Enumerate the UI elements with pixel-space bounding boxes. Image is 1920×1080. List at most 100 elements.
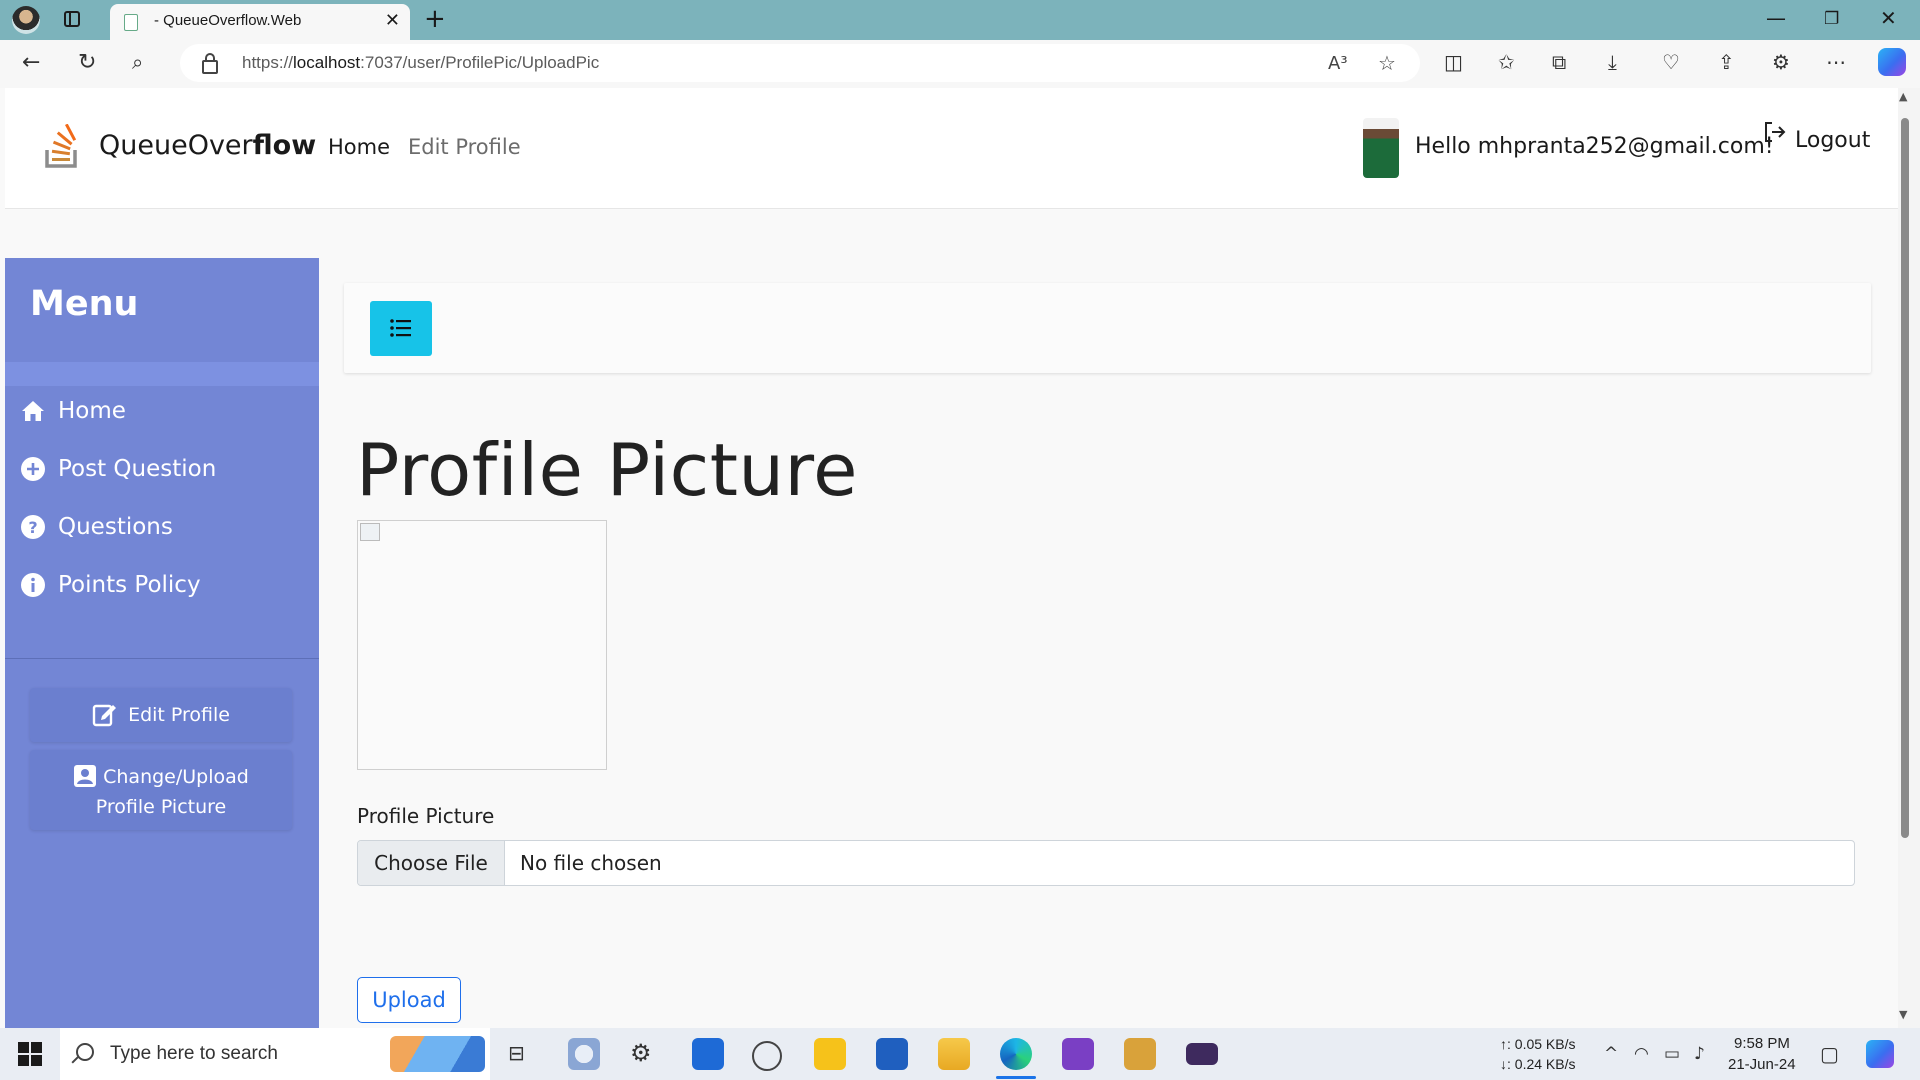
more-options-icon[interactable]: ⋯ [1826, 50, 1846, 74]
minimize-icon[interactable]: — [1766, 6, 1786, 30]
copilot-taskbar-icon[interactable] [1866, 1040, 1894, 1068]
page-favicon-icon [124, 14, 138, 31]
nav-edit-profile-link[interactable]: Edit Profile [408, 135, 521, 159]
browser-toolbar: ← ↻ ⌕ https://localhost:7037/user/Profil… [0, 40, 1920, 88]
sidebar-item-label: Home [58, 398, 126, 424]
split-screen-icon[interactable]: ◫ [1444, 50, 1463, 74]
svg-text:?: ? [28, 518, 37, 537]
scroll-down-arrow-icon[interactable]: ▼ [1899, 1008, 1907, 1021]
sidebar-item-label: Points Policy [58, 572, 201, 598]
page-viewport: QueueOverflow Home Edit Profile Hello mh… [0, 88, 1920, 1028]
windows-start-icon[interactable] [18, 1042, 42, 1066]
profile-avatar-icon[interactable] [12, 6, 40, 34]
collections-icon[interactable]: ⧉ [1552, 50, 1566, 74]
sidebar-item-points-policy[interactable]: Points Policy [20, 572, 201, 598]
downloads-icon[interactable]: ⤓ [1608, 50, 1617, 74]
profile-picture-field-label: Profile Picture [357, 804, 495, 828]
user-avatar [1363, 118, 1399, 178]
favorites-icon[interactable]: ✩ [1498, 50, 1515, 74]
calendar-app-icon[interactable] [692, 1038, 724, 1070]
change-profile-picture-button[interactable]: Change/Upload Profile Picture [30, 750, 292, 830]
taskbar-search-box[interactable]: Type here to search [60, 1028, 490, 1080]
scroll-up-arrow-icon[interactable]: ▲ [1899, 90, 1907, 103]
back-icon[interactable]: ← [22, 50, 40, 75]
search-icon[interactable]: ⌕ [132, 50, 143, 74]
page-title: Profile Picture [356, 428, 858, 512]
clock-date[interactable]: 21-Jun-24 [1728, 1056, 1796, 1073]
battery-icon[interactable]: ▭ [1664, 1044, 1680, 1064]
tab-title: - QueueOverflow.Web [154, 12, 302, 29]
broken-image-icon [360, 523, 380, 541]
clock-time[interactable]: 9:58 PM [1734, 1035, 1790, 1052]
wifi-icon[interactable]: ◠ [1634, 1044, 1649, 1064]
edge-browser-icon[interactable] [1000, 1038, 1032, 1070]
sidebar-item-questions[interactable]: ? Questions [20, 514, 173, 540]
sidebar-divider-band [5, 362, 319, 386]
change-picture-label-line2: Profile Picture [95, 796, 227, 818]
site-header: QueueOverflow Home Edit Profile Hello mh… [5, 88, 1898, 209]
volume-icon[interactable]: ♪ [1694, 1044, 1705, 1064]
restore-icon[interactable]: ❐ [1824, 9, 1839, 29]
profile-picture-file-input[interactable]: Choose File No file chosen [357, 840, 1855, 886]
upload-speed: ↑: 0.05 KB/s [1500, 1036, 1576, 1052]
upload-button[interactable]: Upload [357, 977, 461, 1023]
active-app-indicator [996, 1076, 1036, 1079]
file-status-text: No file chosen [520, 851, 662, 875]
stack-logo-icon[interactable] [43, 124, 83, 170]
new-tab-icon[interactable]: + [424, 4, 446, 34]
workspaces-icon[interactable] [64, 11, 80, 27]
plus-circle-icon [21, 457, 45, 481]
profile-picture-preview [357, 520, 607, 770]
notification-center-icon[interactable]: ▢ [1820, 1042, 1839, 1066]
choose-file-button[interactable]: Choose File [358, 841, 505, 885]
copilot-icon[interactable] [1878, 48, 1906, 76]
terminal-app-icon[interactable] [1186, 1043, 1218, 1065]
search-highlight-image [390, 1036, 485, 1072]
favorite-star-icon[interactable]: ☆ [1378, 51, 1396, 75]
sidebar-item-label: Post Question [58, 456, 217, 482]
share-icon[interactable]: ⇪ [1718, 50, 1735, 74]
logout-link[interactable]: Logout [1795, 128, 1870, 153]
read-aloud-icon[interactable]: A³ [1328, 53, 1348, 74]
sidebar: Menu Home Post Question ? Questions Poin… [5, 258, 319, 1028]
lock-icon[interactable] [202, 53, 218, 74]
obs-app-icon[interactable] [752, 1041, 782, 1071]
settings-gear-icon[interactable]: ⚙ [630, 1039, 652, 1067]
address-bar[interactable]: https://localhost:7037/user/ProfilePic/U… [180, 44, 1420, 82]
sidebar-toggle-button[interactable] [370, 301, 432, 356]
paint-app-icon[interactable] [568, 1038, 600, 1070]
user-greeting: Hello mhpranta252@gmail.com! [1415, 134, 1774, 159]
word-app-icon[interactable] [876, 1038, 908, 1070]
change-picture-label-line1: Change/Upload [103, 766, 249, 788]
list-icon [390, 319, 411, 337]
file-explorer-icon[interactable] [938, 1038, 970, 1070]
question-circle-icon: ? [21, 515, 45, 539]
extensions-icon[interactable]: ⚙ [1772, 50, 1790, 74]
close-window-icon[interactable]: ✕ [1880, 6, 1897, 30]
browser-essentials-icon[interactable]: ♡ [1662, 50, 1680, 74]
browser-titlebar: - QueueOverflow.Web ✕ + — ❐ ✕ [0, 0, 1920, 40]
sticky-notes-app-icon[interactable] [814, 1038, 846, 1070]
home-icon [22, 401, 44, 421]
scrollbar-thumb[interactable] [1901, 118, 1909, 838]
url-text[interactable]: https://localhost:7037/user/ProfilePic/U… [242, 53, 599, 73]
download-speed: ↓: 0.24 KB/s [1500, 1056, 1576, 1072]
logout-icon[interactable] [1763, 120, 1787, 144]
sidebar-item-home[interactable]: Home [20, 398, 126, 424]
snipping-tool-icon[interactable] [1124, 1038, 1156, 1070]
show-hidden-icons-icon[interactable]: ^ [1604, 1044, 1618, 1064]
task-view-icon[interactable]: ⊟ [508, 1041, 525, 1065]
visual-studio-icon[interactable] [1062, 1038, 1094, 1070]
close-tab-icon[interactable]: ✕ [385, 10, 400, 31]
sidebar-title: Menu [30, 284, 139, 324]
brand-name[interactable]: QueueOverflow [99, 130, 316, 161]
windows-taskbar: Type here to search ⊟ ⚙ ↑: 0.05 KB/s ↓: … [0, 1028, 1920, 1080]
nav-home-link[interactable]: Home [328, 135, 390, 159]
sidebar-item-post-question[interactable]: Post Question [20, 456, 216, 482]
search-icon [76, 1043, 94, 1061]
sidebar-item-label: Questions [58, 514, 173, 540]
edit-profile-button[interactable]: Edit Profile [30, 688, 292, 742]
refresh-icon[interactable]: ↻ [78, 50, 96, 75]
browser-tab[interactable]: - QueueOverflow.Web ✕ [110, 4, 410, 40]
edit-icon [92, 704, 117, 727]
